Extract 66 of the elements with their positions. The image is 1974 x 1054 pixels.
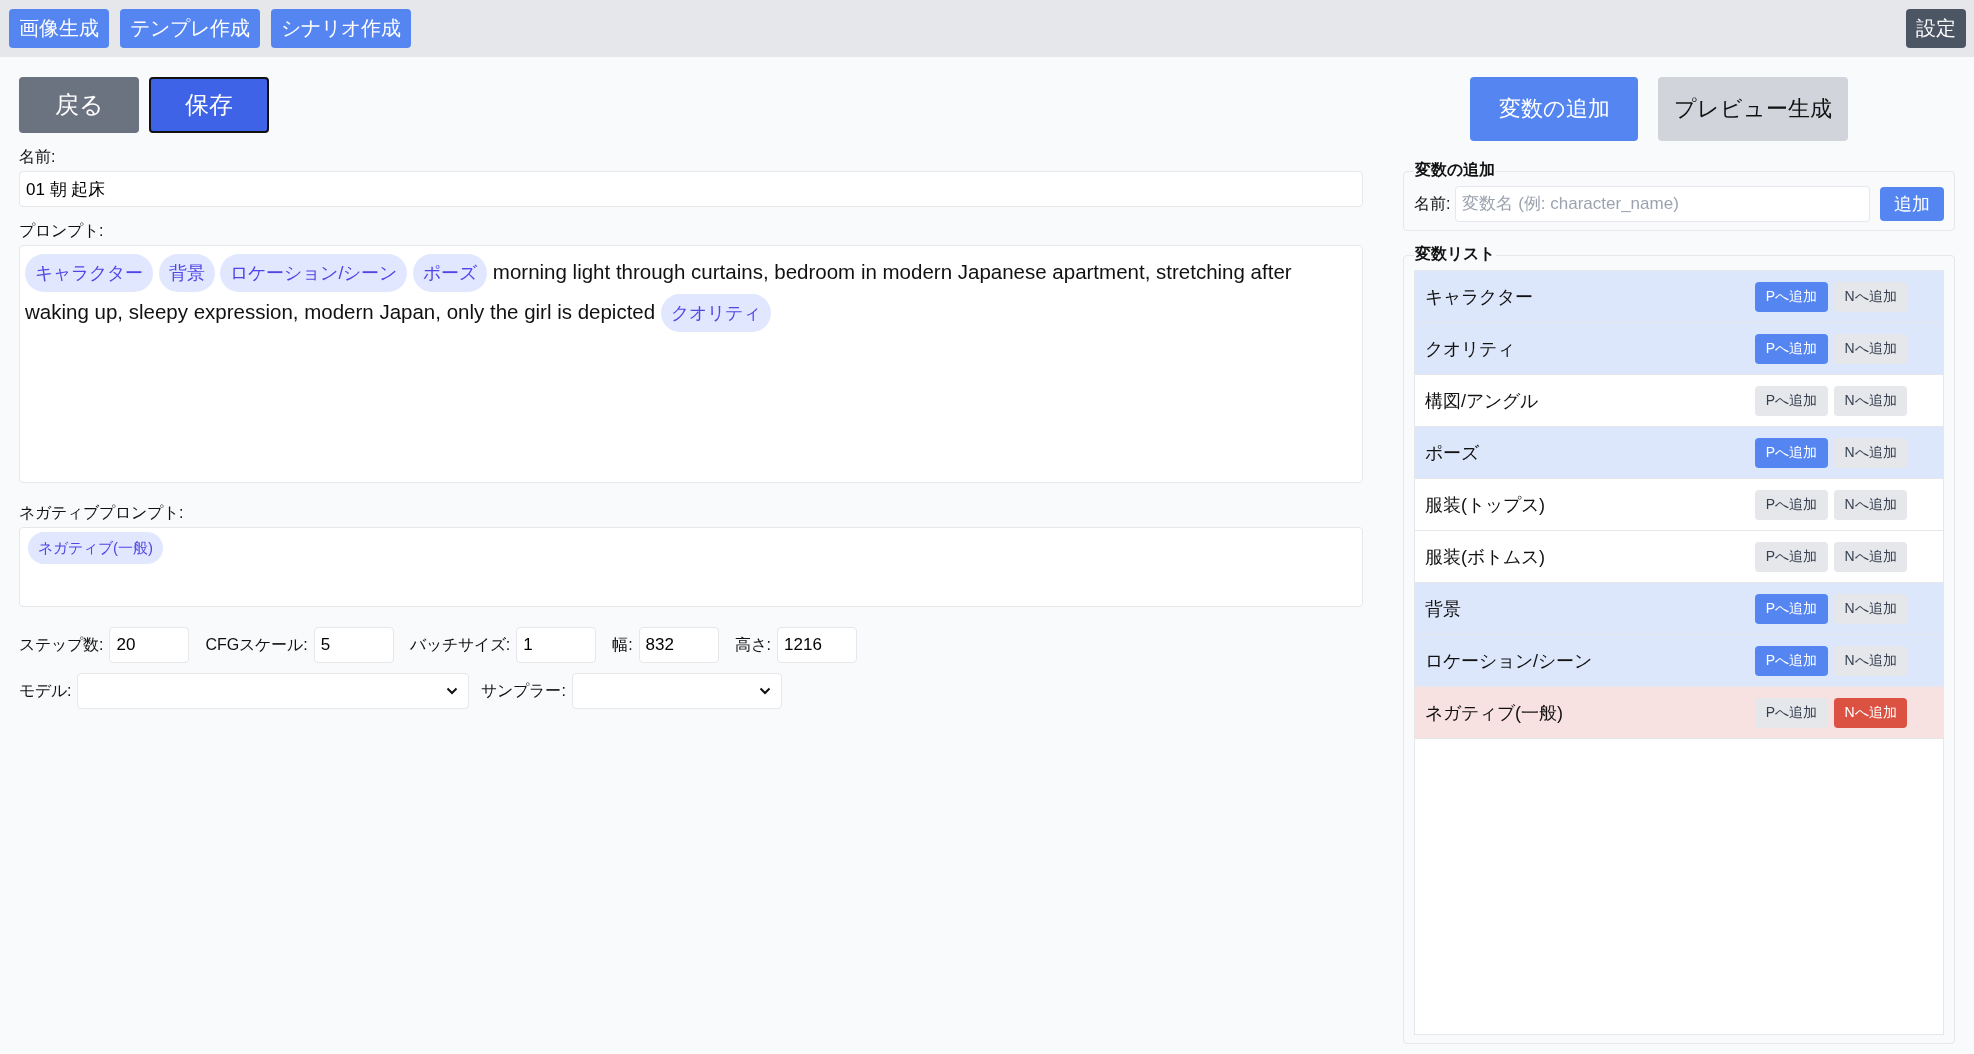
number-field[interactable]: 20 — [109, 627, 190, 663]
add-to-negative-button[interactable]: Nへ追加 — [1834, 593, 1907, 624]
variable-name: 服装(トップス) — [1425, 493, 1546, 517]
prompt-field[interactable]: キャラクター 背景 ロケーション/シーン ポーズ morning light through curtains, bedroom in modern Japanese apartment, stretching after waking up, sleepy expression, modern Japan, only the girl is depicted クオリティ — [19, 245, 1363, 483]
variable-tag[interactable]: ロケーション/シーン — [220, 254, 408, 292]
field-label: ネガティブプロンプト: — [19, 503, 185, 523]
variable-name: 構図/アングル — [1425, 389, 1539, 413]
variable-row[interactable]: ネガティブ(一般) Pへ追加 Nへ追加 — [1415, 687, 1943, 739]
variable-name: 服装(ボトムス) — [1425, 545, 1546, 569]
negative-prompt-field[interactable]: ネガティブ(一般) — [19, 527, 1363, 607]
variable-tag[interactable]: 背景 — [158, 254, 215, 292]
name-field[interactable]: 01 朝 起床 — [19, 171, 1363, 207]
add-to-negative-button[interactable]: Nへ追加 — [1834, 541, 1907, 572]
variable-name: クオリティ — [1425, 337, 1516, 361]
back-button[interactable]: 戻る — [19, 77, 139, 133]
add-to-negative-button[interactable]: Nへ追加 — [1834, 333, 1907, 364]
variable-name: キャラクター — [1425, 285, 1534, 309]
field-label: 高さ: — [734, 634, 772, 655]
chevron-down-icon — [446, 687, 459, 695]
add-to-negative-button[interactable]: Nへ追加 — [1834, 437, 1907, 468]
field-label: サンプラー: — [481, 680, 566, 701]
variable-tag[interactable]: キャラクター — [25, 254, 153, 292]
variable-row[interactable]: ポーズ Pへ追加 Nへ追加 — [1415, 427, 1943, 479]
add-to-prompt-button[interactable]: Pへ追加 — [1755, 385, 1828, 416]
prompt-text: morning light through curtains, bedroom in modern Japanese apartment, stretching after — [492, 260, 1292, 283]
field-label: プロンプト: — [19, 221, 105, 241]
add-to-prompt-button[interactable]: Pへ追加 — [1755, 541, 1828, 572]
number-field[interactable]: 5 — [313, 627, 394, 663]
variable-tag[interactable]: ネガティブ(一般) — [28, 532, 163, 564]
field-label: バッチサイズ: — [409, 634, 511, 655]
add-to-negative-button[interactable]: Nへ追加 — [1834, 489, 1907, 520]
variable-row[interactable]: 背景 Pへ追加 Nへ追加 — [1415, 583, 1943, 635]
variable-tag[interactable]: クオリティ — [660, 294, 771, 332]
field-label: CFGスケール: — [205, 634, 308, 655]
section-title: 変数リスト — [1414, 244, 1496, 265]
preview-button[interactable]: プレビュー生成 — [1658, 77, 1848, 141]
field-label: 名前: — [1414, 193, 1451, 214]
variable-name: ポーズ — [1425, 441, 1480, 465]
variable-name: 背景 — [1425, 597, 1462, 621]
field-label: ステップ数: — [19, 634, 104, 655]
field-label: モデル: — [19, 680, 72, 701]
variable-tag[interactable]: ポーズ — [413, 254, 488, 292]
variable-name: ネガティブ(一般) — [1425, 701, 1564, 725]
select-field[interactable] — [571, 673, 782, 709]
variable-row[interactable]: ロケーション/シーン Pへ追加 Nへ追加 — [1415, 635, 1943, 687]
settings-button[interactable]: 設定 — [1906, 9, 1966, 48]
number-field[interactable]: 832 — [638, 627, 719, 663]
number-field[interactable]: 1 — [516, 627, 597, 663]
number-field[interactable]: 1216 — [777, 627, 858, 663]
variable-name-field[interactable]: 変数名 (例: character_name) — [1455, 186, 1870, 222]
select-field[interactable] — [77, 673, 470, 709]
chevron-down-icon — [758, 687, 771, 695]
add-to-negative-button[interactable]: Nへ追加 — [1834, 645, 1907, 676]
prompt-text: waking up, sleepy expression, modern Japan, only the girl is depicted — [25, 300, 656, 323]
add-to-negative-button[interactable]: Nへ追加 — [1834, 281, 1907, 312]
add-to-prompt-button[interactable]: Pへ追加 — [1755, 489, 1828, 520]
variable-name: ロケーション/シーン — [1425, 649, 1593, 673]
field-label: 名前: — [19, 147, 57, 167]
variable-row[interactable]: キャラクター Pへ追加 Nへ追加 — [1415, 271, 1943, 323]
field-label: 幅: — [612, 634, 633, 655]
add-to-negative-button[interactable]: Nへ追加 — [1834, 385, 1907, 416]
add-to-prompt-button[interactable]: Pへ追加 — [1755, 697, 1828, 728]
section-title: 変数の追加 — [1414, 160, 1496, 181]
add-to-negative-button[interactable]: Nへ追加 — [1834, 697, 1907, 728]
variable-row[interactable]: クオリティ Pへ追加 Nへ追加 — [1415, 323, 1943, 375]
save-button[interactable]: 保存 — [149, 77, 269, 133]
